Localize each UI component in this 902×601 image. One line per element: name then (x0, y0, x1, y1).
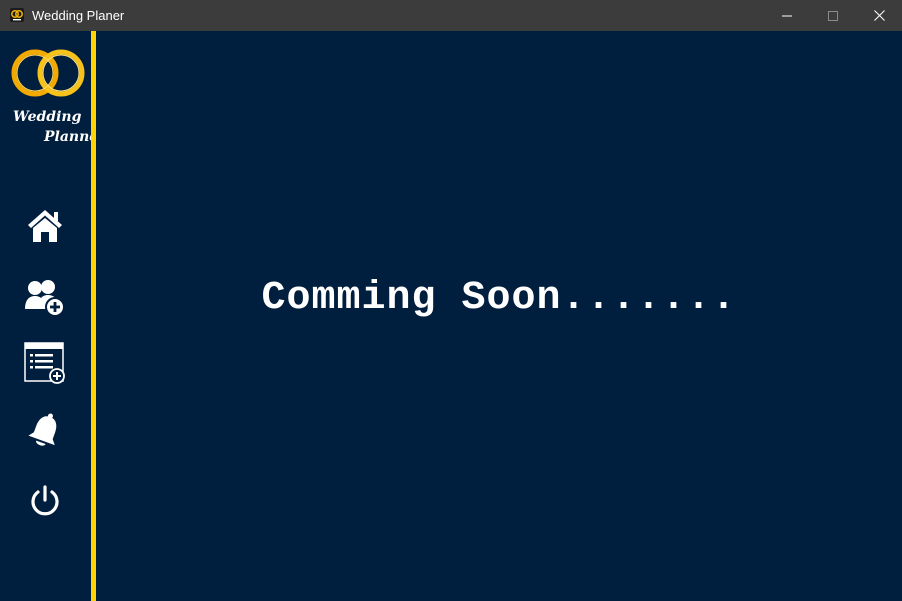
wedding-rings-icon (11, 49, 85, 97)
logo-text-wedding: Wedding (13, 109, 82, 125)
app-icon (10, 8, 24, 22)
coming-soon-message: Comming Soon....... (261, 276, 737, 321)
title-bar[interactable]: Wedding Planer (0, 0, 902, 31)
sidebar: Wedding Planner (0, 31, 106, 601)
main-content: Comming Soon....... (96, 31, 902, 601)
wedding-planner-logo: Wedding Planner (8, 45, 106, 145)
power-icon (31, 485, 59, 516)
minimize-icon (782, 15, 792, 16)
nav-logout[interactable] (22, 478, 68, 524)
nav-add-list[interactable] (22, 340, 68, 386)
close-button[interactable] (856, 0, 902, 31)
minimize-button[interactable] (764, 0, 810, 31)
nav-notifications[interactable] (22, 408, 68, 454)
home-icon (28, 210, 62, 242)
add-user-icon (25, 280, 65, 317)
close-icon (873, 10, 885, 21)
maximize-button[interactable] (810, 0, 856, 31)
add-list-icon (24, 342, 65, 384)
app-window: Wedding Planer Wedding Planner Comming S… (0, 0, 902, 601)
maximize-icon (828, 10, 838, 21)
window-title: Wedding Planer (32, 8, 125, 23)
nav-home[interactable] (22, 203, 68, 249)
nav-add-guest[interactable] (22, 275, 68, 321)
bell-icon (28, 413, 57, 446)
